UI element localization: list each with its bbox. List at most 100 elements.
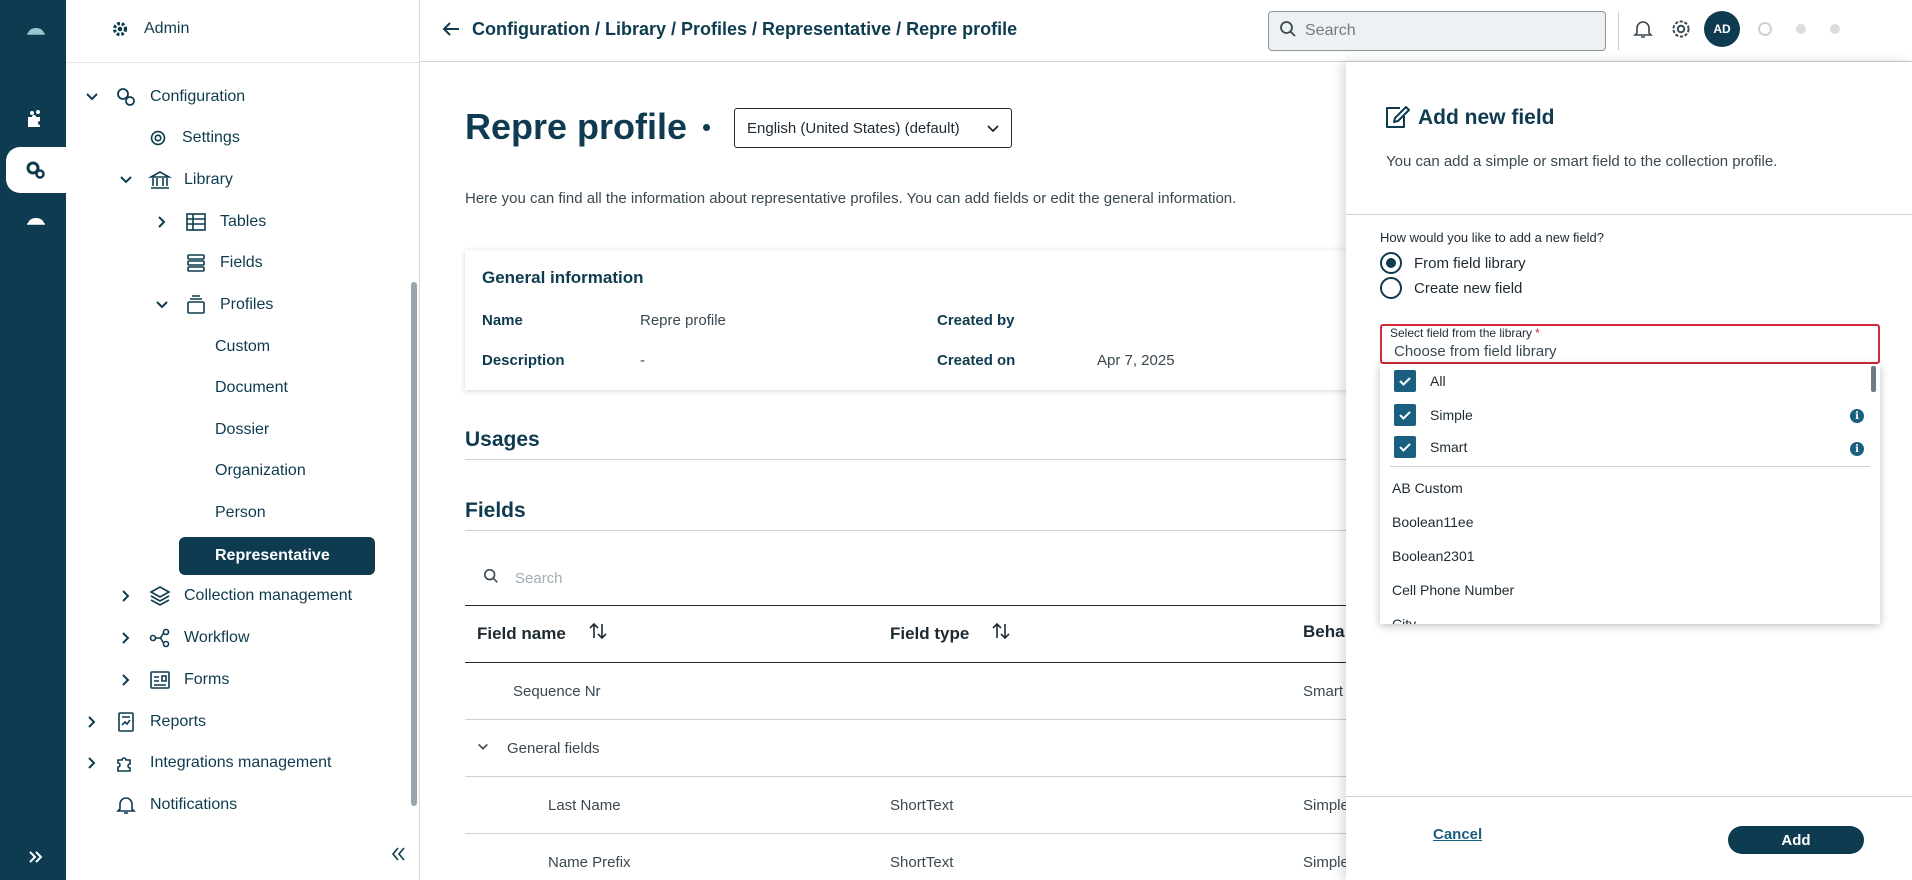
puzzle-icon[interactable] <box>6 96 66 142</box>
nav-scrollbar[interactable] <box>410 62 418 820</box>
add-button[interactable]: Add <box>1728 826 1864 854</box>
column-field-name[interactable]: Field name <box>477 622 608 645</box>
language-select[interactable]: English (United States) (default) <box>734 108 1012 148</box>
field-library-dropdown: All Simple i Smart i AB Custom Boolean11… <box>1380 364 1880 624</box>
filter-simple[interactable]: Simple <box>1394 404 1473 426</box>
usages-title: Usages <box>465 428 540 451</box>
info-icon[interactable]: i <box>1850 442 1864 456</box>
nav-profiles-label: Profiles <box>220 296 274 313</box>
layers-icon <box>148 584 172 608</box>
usages-divider <box>465 459 1346 460</box>
panel-subtitle: You can add a simple or smart field to t… <box>1386 153 1778 170</box>
top-header: Configuration / Library / Profiles / Rep… <box>420 0 1912 62</box>
nav-notifications[interactable]: Notifications <box>114 788 237 822</box>
nav-settings[interactable]: Settings <box>146 121 240 155</box>
chevron-down-icon[interactable] <box>477 740 489 757</box>
edit-field-icon <box>1386 106 1410 128</box>
created-on-label: Created on <box>937 352 1016 369</box>
global-search-input[interactable] <box>1305 22 1585 40</box>
nav-custom[interactable]: Custom <box>215 330 270 364</box>
nav-organization[interactable]: Organization <box>215 454 306 488</box>
report-icon <box>114 710 138 734</box>
collapse-sidebar-icon[interactable] <box>388 844 408 869</box>
global-search[interactable] <box>1268 11 1606 51</box>
apps-icon[interactable] <box>1820 14 1850 44</box>
gear-icon <box>108 17 132 41</box>
settings-gears-icon <box>114 85 138 109</box>
navigation-sidebar: Admin Configuration Settings Library Tab… <box>66 0 420 880</box>
fields-search[interactable] <box>465 552 1346 606</box>
info-icon[interactable]: i <box>1850 409 1864 423</box>
nav-document[interactable]: Document <box>215 371 288 405</box>
expand-rail-icon[interactable] <box>6 834 66 880</box>
breadcrumb-path[interactable]: Configuration / Library / Profiles / Rep… <box>472 19 1017 40</box>
radio-create-new-field[interactable]: Create new field <box>1380 277 1522 299</box>
chevron-down-icon <box>84 89 100 105</box>
avatar[interactable]: AD <box>1704 11 1740 47</box>
sort-icon[interactable] <box>991 622 1011 645</box>
home-cloud-icon[interactable] <box>6 8 66 54</box>
radio-selected-icon[interactable] <box>1380 252 1402 274</box>
nav-fields[interactable]: Fields <box>184 246 263 280</box>
nav-dossier[interactable]: Dossier <box>215 413 269 447</box>
bell-icon[interactable] <box>1628 14 1658 44</box>
field-library-select[interactable]: Select field from the library * Choose fr… <box>1380 324 1880 364</box>
back-arrow-icon[interactable] <box>440 18 462 40</box>
row-group-general-fields[interactable]: General fields <box>477 740 600 757</box>
nav-workflow[interactable]: Workflow <box>118 621 250 655</box>
user-icon[interactable] <box>1750 14 1780 44</box>
general-information-card: General information Name Repre profile D… <box>465 250 1346 390</box>
option-item[interactable]: AB Custom <box>1392 480 1463 496</box>
profiles-stack-icon <box>184 293 208 317</box>
nav-forms-label: Forms <box>184 671 230 688</box>
nav-scrollbar-thumb[interactable] <box>411 282 417 806</box>
nav-integrations-management-label: Integrations management <box>150 754 332 771</box>
main-content: Repre profile English (United States) (d… <box>420 62 1346 880</box>
nav-representative[interactable]: Representative <box>179 537 375 575</box>
nav-collection-management[interactable]: Collection management <box>118 579 352 613</box>
nav-forms[interactable]: Forms <box>118 663 229 697</box>
chevron-down-icon <box>154 297 170 313</box>
avatar-initials: AD <box>1713 22 1731 36</box>
fields-search-input[interactable] <box>515 570 915 587</box>
filter-all-label: All <box>1430 373 1446 389</box>
radio-from-field-library[interactable]: From field library <box>1380 252 1526 274</box>
puzzle-icon <box>114 751 138 775</box>
add-method-question: How would you like to add a new field? <box>1380 230 1605 245</box>
option-item[interactable]: Cell Phone Number <box>1392 582 1514 598</box>
nav-configuration[interactable]: Configuration <box>84 80 245 114</box>
column-behavior[interactable]: Beha <box>1303 622 1345 642</box>
sort-icon[interactable] <box>588 622 608 645</box>
panel-title-text: Add new field <box>1418 106 1555 129</box>
option-item[interactable]: Boolean11ee <box>1392 514 1473 530</box>
cloud-icon[interactable] <box>6 198 66 244</box>
gear-icon[interactable] <box>1666 14 1696 44</box>
option-item[interactable]: City <box>1392 616 1416 624</box>
checkbox-checked-icon[interactable] <box>1394 404 1416 426</box>
nav-integrations-management[interactable]: Integrations management <box>84 746 331 780</box>
nav-dossier-label: Dossier <box>215 421 270 438</box>
radio-unselected-icon[interactable] <box>1380 277 1402 299</box>
created-by-label: Created by <box>937 312 1015 329</box>
form-icon <box>148 668 172 692</box>
nav-admin[interactable]: Admin <box>108 12 189 46</box>
checkbox-checked-icon[interactable] <box>1394 436 1416 458</box>
nav-reports[interactable]: Reports <box>84 705 206 739</box>
admin-gears-icon[interactable] <box>6 147 66 193</box>
help-icon[interactable] <box>1786 14 1816 44</box>
nav-person[interactable]: Person <box>215 496 266 530</box>
nav-library[interactable]: Library <box>118 163 233 197</box>
checkbox-checked-icon[interactable] <box>1394 370 1416 392</box>
dropdown-scrollbar-thumb[interactable] <box>1871 366 1876 392</box>
workflow-icon <box>148 626 172 650</box>
nav-profiles[interactable]: Profiles <box>154 288 273 322</box>
cancel-button[interactable]: Cancel <box>1433 826 1482 843</box>
option-item[interactable]: Boolean2301 <box>1392 548 1475 564</box>
filter-all[interactable]: All <box>1394 370 1446 392</box>
nav-tables[interactable]: Tables <box>154 205 266 239</box>
field-library-select-label-text: Select field from the library <box>1390 326 1533 340</box>
filter-smart[interactable]: Smart <box>1394 436 1467 458</box>
column-field-type[interactable]: Field type <box>890 622 1011 645</box>
nav-reports-label: Reports <box>150 713 207 730</box>
dropdown-scrollbar[interactable] <box>1870 364 1878 394</box>
